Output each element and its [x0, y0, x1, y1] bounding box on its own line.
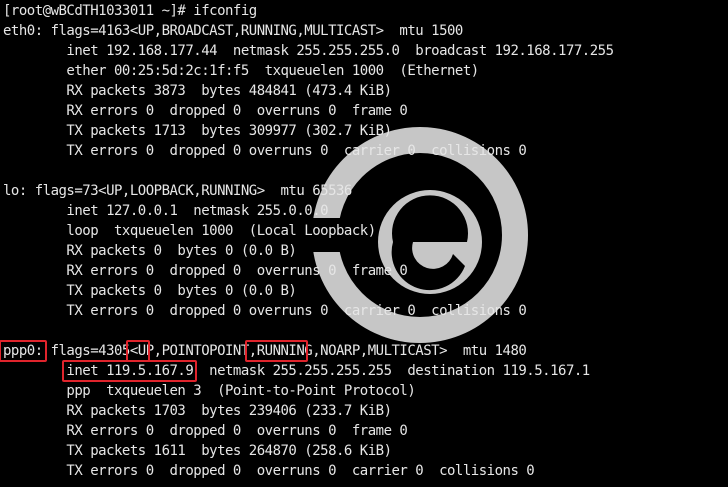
terminal-line: RX packets 3873 bytes 484841 (473.4 KiB): [3, 83, 392, 99]
terminal-line: inet 127.0.0.1 netmask 255.0.0.0: [3, 203, 329, 219]
terminal-line: TX packets 1713 bytes 309977 (302.7 KiB): [3, 123, 392, 139]
terminal-line: TX packets 1611 bytes 264870 (258.6 KiB): [3, 443, 392, 459]
terminal-line: ether 00:25:5d:2c:1f:f5 txqueuelen 1000 …: [3, 63, 479, 79]
terminal-line: ppp txqueuelen 3 (Point-to-Point Protoco…: [3, 383, 416, 399]
terminal-line: RX errors 0 dropped 0 overruns 0 frame 0: [3, 103, 408, 119]
terminal-line: TX errors 0 dropped 0 overruns 0 carrier…: [3, 303, 527, 319]
terminal-line: RX errors 0 dropped 0 overruns 0 frame 0: [3, 423, 408, 439]
terminal-line: TX errors 0 dropped 0 overruns 0 carrier…: [3, 143, 527, 159]
terminal-line: lo: flags=73<UP,LOOPBACK,RUNNING> mtu 65…: [3, 183, 352, 199]
terminal-window[interactable]: [root@wBCdTH1033011 ~]# ifconfig eth0: fl…: [0, 0, 728, 487]
terminal-line: eth0: flags=4163<UP,BROADCAST,RUNNING,MU…: [3, 23, 463, 39]
terminal-line: inet 192.168.177.44 netmask 255.255.255.…: [3, 43, 614, 59]
terminal-line: RX packets 1703 bytes 239406 (233.7 KiB): [3, 403, 392, 419]
terminal-line: loop txqueuelen 1000 (Local Loopback): [3, 223, 376, 239]
terminal-line: [root@wBCdTH1033011 ~]# ifconfig: [3, 3, 257, 19]
terminal-line: RX packets 0 bytes 0 (0.0 B): [3, 243, 297, 259]
terminal-line: TX errors 0 dropped 0 overruns 0 carrier…: [3, 463, 535, 479]
terminal-line: RX errors 0 dropped 0 overruns 0 frame 0: [3, 263, 408, 279]
terminal-line: inet 119.5.167.9 netmask 255.255.255.255…: [3, 363, 590, 379]
terminal-line: ppp0: flags=4305<UP,POINTOPOINT,RUNNING,…: [3, 343, 527, 359]
terminal-line: TX packets 0 bytes 0 (0.0 B): [3, 283, 297, 299]
